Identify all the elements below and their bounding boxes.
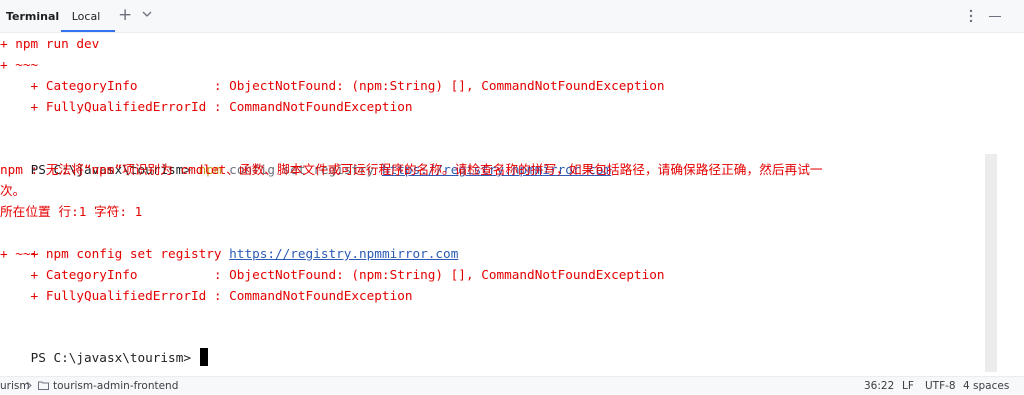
- error-command-text: + npm config set registry: [30, 246, 230, 261]
- terminal-line: + npm run dev: [0, 36, 100, 51]
- chevron-down-icon[interactable]: [141, 8, 153, 20]
- plus-icon[interactable]: +: [118, 6, 132, 24]
- terminal-line: + npm config set registry https://regist…: [0, 222, 459, 261]
- caret-position[interactable]: 36:22: [864, 380, 894, 392]
- terminal-line: + CategoryInfo : ObjectNotFound: (npm:St…: [0, 267, 665, 282]
- tab-label: Local: [71, 9, 101, 23]
- breadcrumb-separator-icon: [26, 381, 32, 390]
- terminal-line: + FullyQualifiedErrorId : CommandNotFoun…: [0, 288, 413, 303]
- tab-local[interactable]: Local: [57, 0, 115, 32]
- folder-icon: [38, 381, 49, 390]
- terminal-prompt-line: PS C:\javasx\tourism> npm config set reg…: [0, 138, 612, 177]
- terminal-prompt-line: PS C:\javasx\tourism>: [0, 326, 208, 366]
- terminal-line: + FullyQualifiedErrorId : CommandNotFoun…: [0, 99, 413, 114]
- tool-window-title: Terminal: [6, 9, 60, 23]
- terminal-line: 次。: [0, 183, 26, 198]
- prompt-text: PS C:\javasx\tourism>: [30, 350, 199, 365]
- scrollbar-thumb[interactable]: [985, 154, 997, 372]
- terminal-line: 所在位置 行:1 字符: 1: [0, 204, 143, 219]
- terminal-line: + ~~~: [0, 246, 39, 261]
- breadcrumb-folder[interactable]: tourism-admin-frontend: [53, 380, 178, 392]
- status-bar: urism tourism-admin-frontend 36:22 LF UT…: [0, 376, 1024, 395]
- text-cursor: [199, 348, 208, 366]
- kebab-menu-icon[interactable]: [968, 9, 974, 23]
- tool-window-header: Terminal Local +: [0, 0, 1024, 33]
- registry-link[interactable]: https://registry.npmmirror.com: [229, 246, 458, 261]
- file-encoding[interactable]: UTF-8: [925, 380, 956, 392]
- terminal-output[interactable]: + npm run dev + ~~~ + CategoryInfo : Obj…: [0, 33, 1000, 376]
- line-ending[interactable]: LF: [902, 380, 914, 392]
- terminal-line: + ~~~: [0, 57, 39, 72]
- minimize-icon[interactable]: [989, 16, 1001, 17]
- indent-setting[interactable]: 4 spaces: [963, 380, 1009, 392]
- terminal-line: npm : 无法将“npm”项识别为 cmdlet、函数、脚本文件或可运行程序的…: [0, 162, 823, 177]
- terminal-line: + CategoryInfo : ObjectNotFound: (npm:St…: [0, 78, 665, 93]
